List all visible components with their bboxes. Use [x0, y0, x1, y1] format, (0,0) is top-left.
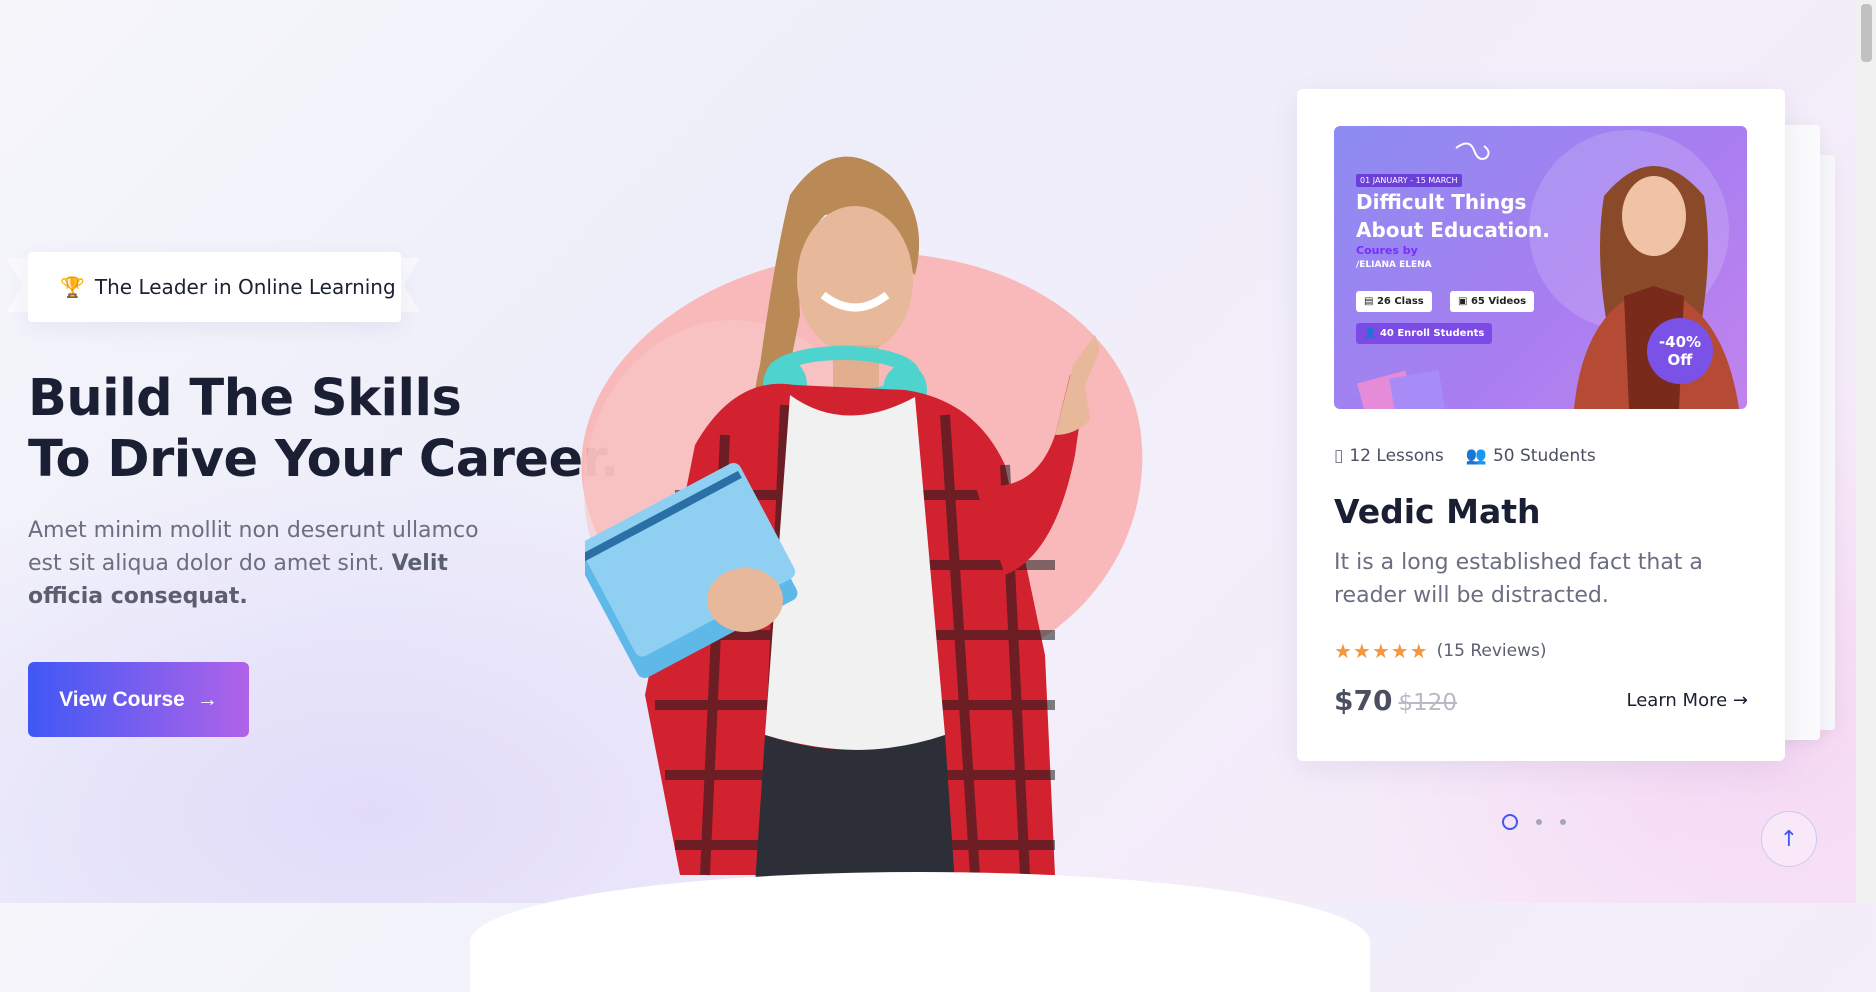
- banner-title: Difficult Things About Education.: [1356, 188, 1550, 244]
- discount-line2: Off: [1667, 351, 1693, 369]
- trophy-icon: 🏆: [60, 275, 85, 299]
- banner-by: Coures by: [1356, 244, 1418, 257]
- banner-title-line2: About Education.: [1356, 218, 1550, 242]
- view-course-button[interactable]: View Course →: [28, 662, 249, 737]
- banner-date: 01 JANUARY - 15 MARCH: [1356, 174, 1462, 187]
- lessons-count: 12 Lessons: [1349, 446, 1444, 466]
- scrollbar-thumb[interactable]: [1861, 4, 1872, 62]
- badge-text: The Leader in Online Learning: [94, 275, 396, 299]
- book-icon: ▯: [1334, 446, 1344, 466]
- carousel-dot-3[interactable]: [1560, 819, 1566, 825]
- course-banner[interactable]: 01 JANUARY - 15 MARCH Difficult Things A…: [1334, 126, 1747, 409]
- reviews-count: (15 Reviews): [1436, 641, 1547, 661]
- chip-students: 👤 40 Enroll Students: [1356, 323, 1493, 344]
- hero-title-line2: To Drive Your Career.: [28, 430, 619, 489]
- carousel-dot-2[interactable]: [1536, 819, 1542, 825]
- student-icon: 👤: [1364, 328, 1380, 339]
- page-scrollbar[interactable]: [1856, 0, 1876, 903]
- hero-title-line1: Build The Skills: [28, 369, 462, 428]
- lessons-info: ▯ 12 Lessons: [1334, 446, 1444, 466]
- course-meta: ▯ 12 Lessons 👥 50 Students: [1334, 446, 1596, 466]
- students-count: 50 Students: [1492, 446, 1596, 466]
- hero-description: Amet minim mollit non deserunt ullamco e…: [28, 514, 508, 613]
- current-price: $70: [1334, 684, 1393, 717]
- view-course-label: View Course: [59, 687, 185, 711]
- class-icon: ▤: [1364, 296, 1377, 307]
- chip-videos-label: 65 Videos: [1470, 296, 1527, 307]
- learn-more-link[interactable]: Learn More →: [1627, 690, 1748, 711]
- discount-line1: -40%: [1658, 333, 1702, 351]
- arrow-up-icon: ↑: [1779, 826, 1799, 852]
- discount-text: -40% Off: [1659, 333, 1701, 369]
- banner-author: /ELIANA ELENA: [1356, 260, 1432, 270]
- students-info: 👥 50 Students: [1466, 446, 1596, 466]
- folders-image: [1357, 370, 1449, 409]
- carousel-dots: [1502, 814, 1566, 830]
- arrow-right-icon: →: [196, 687, 218, 711]
- learn-more-label: Learn More: [1626, 690, 1728, 711]
- video-icon: ▣: [1458, 296, 1471, 307]
- carousel-dot-1[interactable]: [1502, 814, 1518, 830]
- chip-videos: ▣ 65 Videos: [1450, 291, 1535, 312]
- course-rating: ★★★★★ (15 Reviews): [1334, 639, 1546, 663]
- chip-class: ▤ 26 Class: [1356, 291, 1432, 312]
- chip-students-label: 40 Enroll Students: [1379, 328, 1485, 339]
- chip-class-label: 26 Class: [1376, 296, 1424, 307]
- star-icons: ★★★★★: [1334, 639, 1429, 663]
- course-price: $70 $120: [1334, 684, 1457, 717]
- course-description: It is a long established fact that a rea…: [1334, 550, 1703, 608]
- banner-title-line1: Difficult Things: [1356, 190, 1527, 214]
- discount-badge: -40% Off: [1647, 318, 1713, 384]
- course-title[interactable]: Vedic Math: [1334, 492, 1540, 531]
- users-icon: 👥: [1465, 446, 1487, 466]
- badge-box: 🏆 The Leader in Online Learning: [28, 252, 401, 322]
- hero-title: Build The Skills To Drive Your Career.: [28, 368, 619, 490]
- course-card[interactable]: 01 JANUARY - 15 MARCH Difficult Things A…: [1297, 89, 1785, 761]
- squiggle-icon: [1455, 142, 1490, 160]
- leader-badge: 🏆 The Leader in Online Learning: [6, 252, 420, 322]
- old-price: $120: [1398, 690, 1457, 716]
- student-image: [585, 156, 1100, 885]
- scroll-to-top-button[interactable]: ↑: [1761, 811, 1817, 867]
- arrow-right-icon: →: [1732, 690, 1748, 711]
